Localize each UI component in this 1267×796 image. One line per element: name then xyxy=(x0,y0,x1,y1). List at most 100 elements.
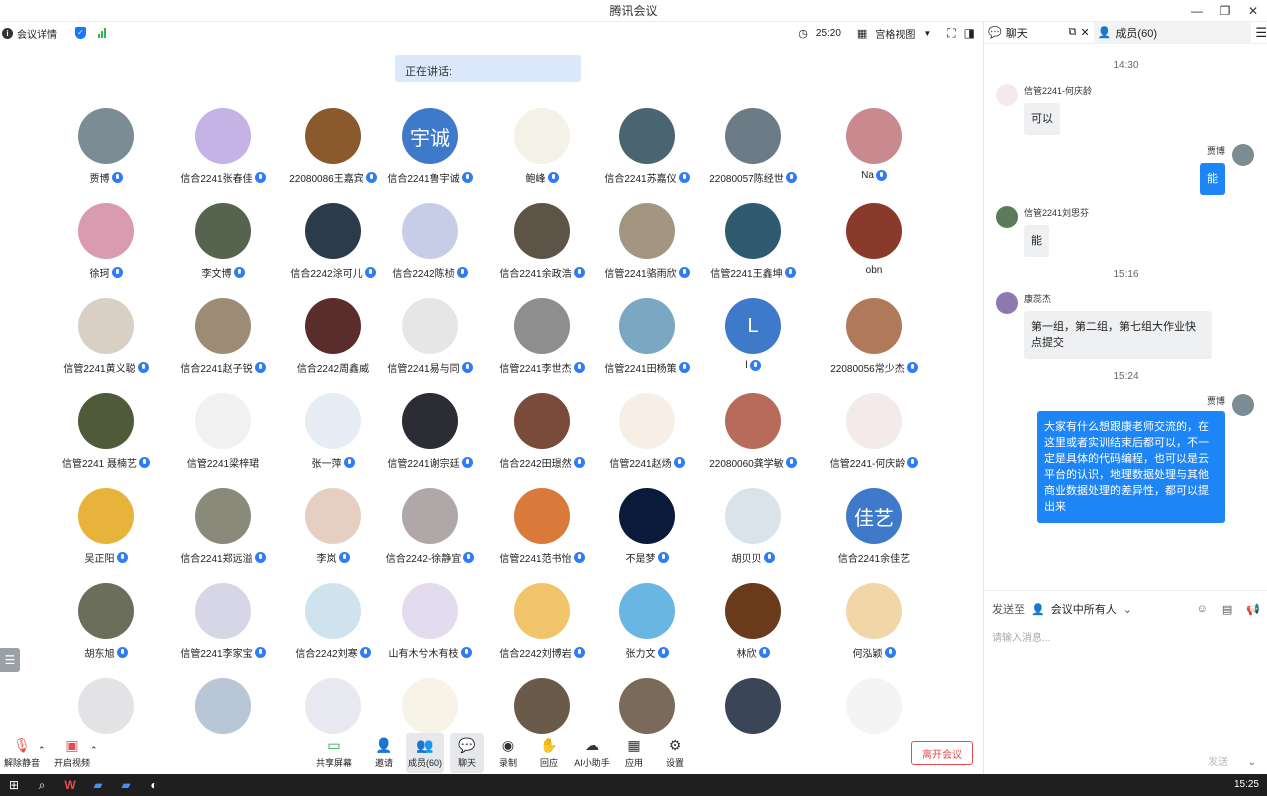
participant-tile[interactable]: 22080060龚学敏 xyxy=(693,393,813,470)
security-shield-icon[interactable]: ✓ xyxy=(75,27,86,39)
chat-button[interactable]: 💬 聊天 xyxy=(450,733,484,773)
apps-button[interactable]: ▦ 应用 xyxy=(614,733,654,773)
participant-tile[interactable] xyxy=(587,678,707,734)
meeting-timer: 25:20 xyxy=(815,27,841,39)
participant-tile[interactable]: 徐珂 xyxy=(46,203,166,280)
meeting-app-icon-2[interactable]: ▰ xyxy=(112,774,140,796)
avatar xyxy=(619,203,675,259)
meeting-details-button[interactable]: 会议详情 xyxy=(17,26,57,41)
participant-tile[interactable]: Na xyxy=(814,108,934,181)
minimize-icon[interactable]: — xyxy=(1183,0,1211,22)
invite-button[interactable]: 👤 邀请 xyxy=(364,733,404,773)
participant-tile[interactable]: 信管2241骆雨欣 xyxy=(587,203,707,280)
announce-icon[interactable]: 📢 xyxy=(1246,603,1260,616)
participant-tile[interactable]: 林欣 xyxy=(693,583,813,660)
participant-tile[interactable]: 信管2241黄义聪 xyxy=(46,298,166,375)
participant-tile[interactable]: 信管2241田杨策 xyxy=(587,298,707,375)
restore-icon[interactable]: ❐ xyxy=(1211,0,1239,22)
tab-members[interactable]: 👤 成员(60) xyxy=(1093,21,1252,44)
grid-view-icon[interactable]: ▦ xyxy=(857,27,867,40)
qq-app-icon[interactable]: ◐ xyxy=(140,774,168,796)
popout-icon[interactable]: ⧉ xyxy=(1069,26,1077,39)
participant-tile[interactable]: 李文博 xyxy=(163,203,283,280)
participant-tile[interactable]: 信管2241-何庆龄 xyxy=(814,393,934,470)
participant-tile[interactable]: 鲍峰 xyxy=(482,108,602,185)
participant-tile[interactable]: 胡贝贝 xyxy=(693,488,813,565)
participant-tile[interactable]: 信合2241余政浩 xyxy=(482,203,602,280)
participant-tile[interactable]: 信管2241李世杰 xyxy=(482,298,602,375)
members-button[interactable]: 👥 成员(60) xyxy=(406,733,444,773)
leave-meeting-button[interactable]: 离开会议 xyxy=(911,741,973,765)
participant-tile[interactable]: 22080057陈经世 xyxy=(693,108,813,185)
participant-tile[interactable]: 信合2242田璟然 xyxy=(482,393,602,470)
participant-tile[interactable]: 信合2242-徐静宜 xyxy=(370,488,490,565)
view-mode-dropdown[interactable]: 宫格视图 xyxy=(875,26,915,41)
participant-tile[interactable]: 山有木兮木有枝 xyxy=(370,583,490,660)
emoji-icon[interactable]: ☺ xyxy=(1197,603,1208,615)
participant-tile[interactable]: 信管2241范书怡 xyxy=(482,488,602,565)
participant-tile[interactable]: 22080056常少杰 xyxy=(814,298,934,375)
participant-tile[interactable]: obn xyxy=(814,203,934,276)
tab-chat[interactable]: 💬 聊天 ⧉ ✕ xyxy=(984,22,1094,44)
info-icon[interactable]: i xyxy=(2,27,13,39)
message-input[interactable]: 请输入消息... xyxy=(984,617,1267,656)
avatar xyxy=(514,678,570,734)
unmute-button[interactable]: 🎙 解除静音 xyxy=(2,733,42,773)
participant-tile[interactable]: 信合2242刘博岩 xyxy=(482,583,602,660)
participant-tile[interactable]: 宇诚 信合2241鲁宇诚 xyxy=(370,108,490,185)
menu-icon[interactable]: ☰ xyxy=(1255,25,1267,41)
participant-tile[interactable]: 信合2241苏嘉仪 xyxy=(587,108,707,185)
record-button[interactable]: ◉ 录制 xyxy=(488,733,528,773)
send-button[interactable]: 发送 xyxy=(1208,753,1228,768)
list-menu-icon[interactable]: ☰ xyxy=(0,648,20,672)
participant-tile[interactable]: 佳艺 信合2241余佳艺 xyxy=(814,488,934,565)
participant-tile[interactable]: 张力文 xyxy=(587,583,707,660)
wps-app-icon[interactable]: W xyxy=(56,774,84,796)
network-signal-icon[interactable] xyxy=(98,28,106,38)
share-screen-button[interactable]: ▭ 共享屏幕 xyxy=(314,733,354,773)
participant-tile[interactable]: 胡东旭 xyxy=(46,583,166,660)
participant-tile[interactable]: 信合2241郑远溢 xyxy=(163,488,283,565)
participant-tile[interactable] xyxy=(163,678,283,734)
participant-tile[interactable]: 信管2241李家宝 xyxy=(163,583,283,660)
react-button[interactable]: ✋ 回应 xyxy=(529,733,569,773)
send-to-selector[interactable]: 发送至 👤 会议中所有人 ⌄ ☺ ▤ 📢 xyxy=(984,591,1267,617)
participant-tile[interactable]: 信合2241赵子锐 xyxy=(163,298,283,375)
avatar xyxy=(402,298,458,354)
participant-tile[interactable]: 吴正阳 xyxy=(46,488,166,565)
mic-options-chevron-icon[interactable]: ⌃ xyxy=(38,745,46,756)
participant-tile[interactable]: 信合2242陈桢 xyxy=(370,203,490,280)
ai-assistant-button[interactable]: ☁ AI小助手 xyxy=(572,733,612,773)
participant-tile[interactable] xyxy=(693,678,813,734)
fullscreen-icon[interactable]: ⛶ xyxy=(947,26,955,41)
video-options-chevron-icon[interactable]: ⌃ xyxy=(90,745,98,756)
participant-tile[interactable] xyxy=(370,678,490,734)
participant-tile[interactable]: 不是梦 xyxy=(587,488,707,565)
avatar: 宇诚 xyxy=(402,108,458,164)
send-options-chevron-icon[interactable]: ⌄ xyxy=(1248,757,1256,768)
folder-icon[interactable]: ▤ xyxy=(1222,603,1232,616)
participant-tile[interactable] xyxy=(814,678,934,734)
windows-start-icon[interactable]: ⊞ xyxy=(0,774,28,796)
participant-tile[interactable]: 信管2241谢宗廷 xyxy=(370,393,490,470)
participant-tile[interactable]: 信管2241易与同 xyxy=(370,298,490,375)
participant-tile[interactable]: Ll xyxy=(693,298,813,371)
participant-tile[interactable] xyxy=(46,678,166,734)
meeting-app-icon[interactable]: ▰ xyxy=(84,774,112,796)
participant-tile[interactable] xyxy=(482,678,602,734)
participant-tile[interactable]: 信管2241赵炀 xyxy=(587,393,707,470)
search-icon[interactable]: ⌕ xyxy=(28,774,56,796)
participant-tile[interactable]: 何泓颖 xyxy=(814,583,934,660)
sidebar-toggle-icon[interactable]: ◨ xyxy=(964,26,975,40)
settings-button[interactable]: ⚙ 设置 xyxy=(655,733,695,773)
close-icon[interactable]: ✕ xyxy=(1081,26,1090,39)
close-icon[interactable]: ✕ xyxy=(1239,0,1267,22)
mic-icon xyxy=(111,172,123,183)
participant-tile[interactable]: 信管2241 聂楠艺 xyxy=(46,393,166,470)
participant-tile[interactable]: 信合2241张春佳 xyxy=(163,108,283,185)
chevron-down-icon[interactable]: ▼ xyxy=(923,29,931,38)
start-video-button[interactable]: ▣ 开启视频 xyxy=(52,733,92,773)
participant-tile[interactable]: 贾博 xyxy=(46,108,166,185)
participant-tile[interactable]: 信管2241梁梓珺 xyxy=(163,393,283,470)
participant-tile[interactable]: 信管2241王鑫坤 xyxy=(693,203,813,280)
